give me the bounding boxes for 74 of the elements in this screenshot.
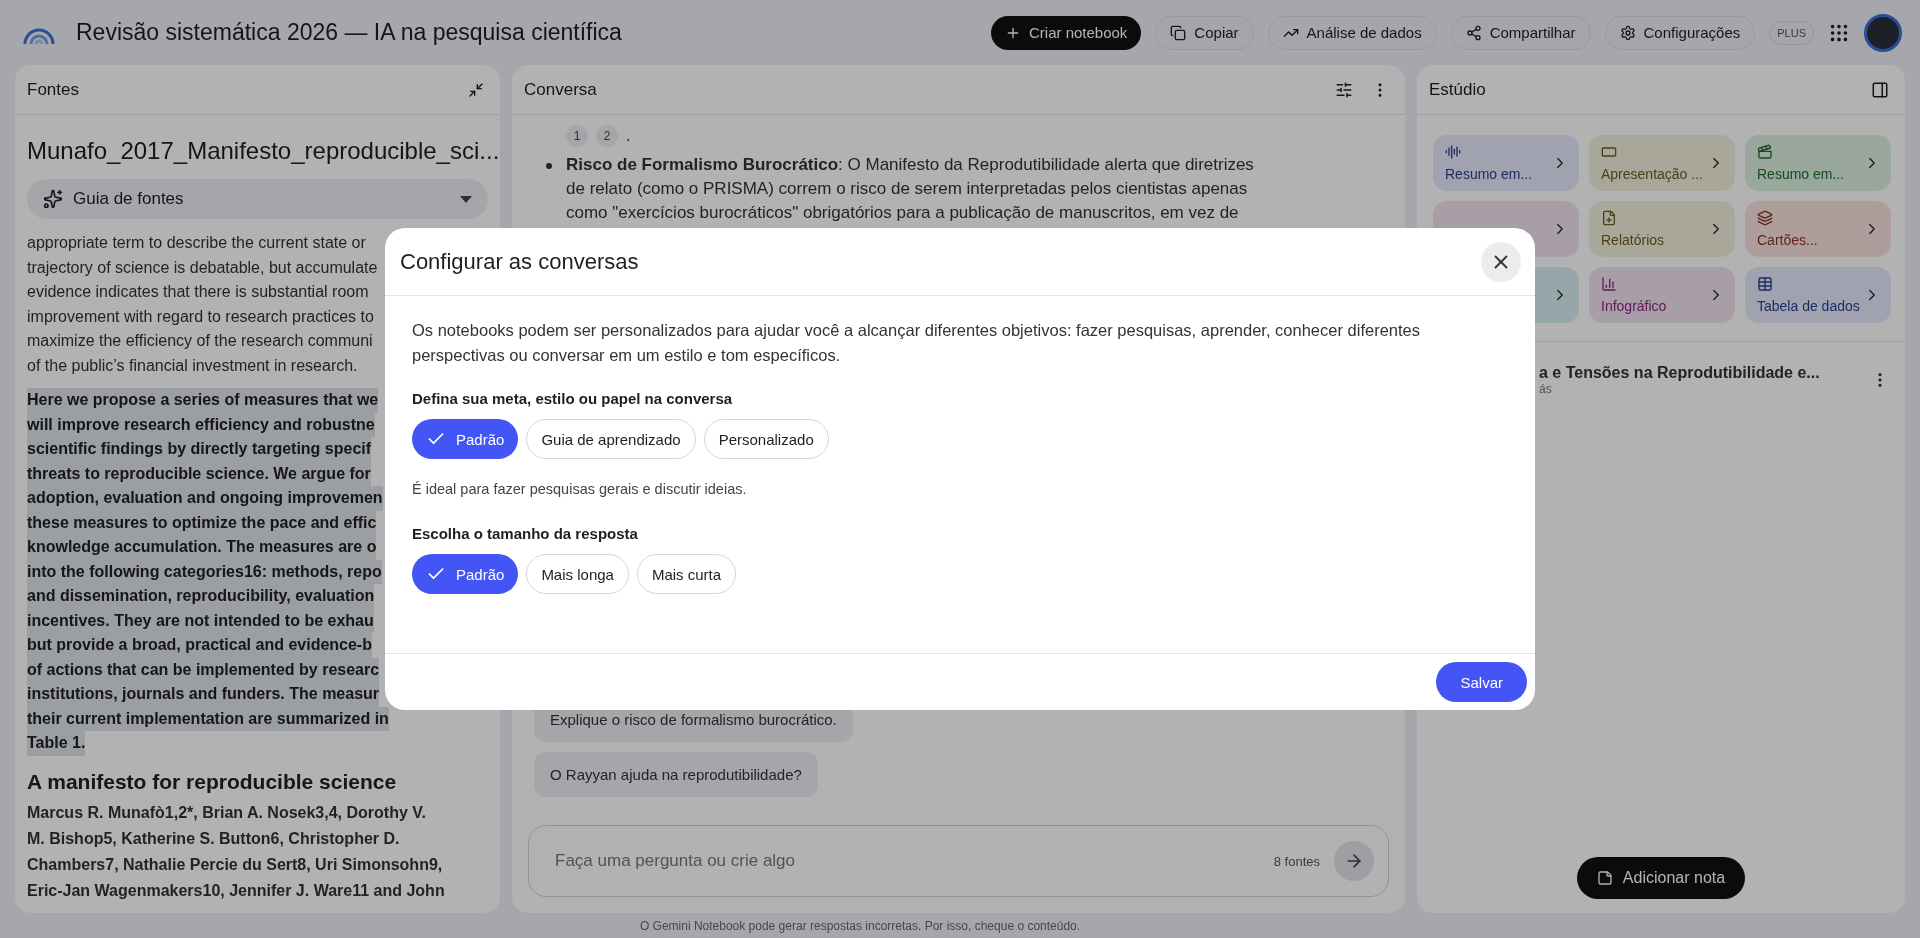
note-meta: ás (1539, 382, 1553, 396)
text-line: trajectory of science is debatable, but accumulate (27, 257, 378, 278)
text-line: evidence indicates that there is substantial room (27, 282, 369, 302)
option-chip[interactable]: Mais longa (526, 554, 629, 594)
author-line: Marcus R. Munafò1,2*, Brian A. Nosek3,4, Dorothy V. (27, 802, 427, 823)
cards-icon (1757, 210, 1773, 226)
document-heading: A manifesto for reproducible science (27, 769, 398, 794)
plan-badge: PLUS (1769, 20, 1814, 45)
source-title: Munafo_2017_Manifesto_reproducible_sci... (26, 136, 500, 166)
option-chip[interactable]: Mais curta (636, 554, 737, 594)
option-chip[interactable]: Personalizado (703, 419, 829, 459)
toolbar-button[interactable]: Compartilhar (1450, 15, 1591, 50)
close-button[interactable] (1481, 241, 1521, 282)
studio-tile[interactable]: Resumo em... (1745, 135, 1891, 191)
option-chip[interactable]: Guia de aprendizado (526, 419, 696, 459)
dialog-title: Configurar as conversas (400, 248, 639, 275)
share-icon (1465, 24, 1482, 41)
studio-tile[interactable]: Infográfico (1589, 267, 1735, 323)
section-label: Escolha o tamanho da resposta (412, 525, 639, 542)
panel-title: Estúdio (1429, 79, 1486, 100)
section-label: Defina sua meta, estilo ou papel na conversa (412, 390, 734, 407)
note-icon (1596, 870, 1613, 886)
period-text: . (626, 127, 631, 145)
collapse-icon[interactable] (468, 81, 484, 98)
send-button[interactable] (1334, 841, 1374, 881)
avatar[interactable] (1864, 13, 1902, 52)
option-hint: É ideal para fazer pesquisas gerais e discutir ideias. (412, 481, 748, 497)
disclaimer-text: O Gemini Notebook pode gerar respostas incorretas. Por isso, cheque o conteúdo. (638, 917, 1082, 935)
studio-tile[interactable]: Cartões... (1745, 201, 1891, 257)
source-count: 8 fontes (1273, 853, 1320, 869)
toolbar-button[interactable]: Criar notebook (990, 15, 1142, 50)
sliders-icon[interactable] (1335, 80, 1353, 99)
settings-icon (1619, 24, 1636, 41)
text-line: maximize the efficiency of the research communi (27, 331, 373, 351)
studio-tile[interactable]: Resumo em... (1433, 135, 1579, 191)
chat-input-field[interactable]: Faça uma pergunta ou crie algo (553, 850, 1260, 872)
studio-tile[interactable]: Apresentação ... (1589, 135, 1735, 191)
bullet-dot (546, 163, 552, 169)
studio-tile[interactable]: Tabela de dados (1745, 267, 1891, 323)
text-line: appropriate term to describe the current state or (27, 233, 366, 253)
source-guide-dropdown[interactable]: Guia de fontes (27, 179, 488, 219)
document-icon (1601, 210, 1617, 226)
audio-wave-icon (1445, 144, 1461, 160)
notebook-title: Revisão sistemática 2026 — IA na pesquisa científica (76, 19, 623, 46)
caret-icon (460, 195, 472, 203)
text-line: improvement with regard to research practices to (27, 306, 374, 327)
author-line: Chambers7, Nathalie Percie du Sert8, Uri Simonsohn9, (27, 854, 444, 875)
studio-tile[interactable]: Relatórios (1589, 201, 1735, 257)
add-note-button[interactable]: Adicionar nota (1576, 857, 1746, 899)
panel-toggle-icon[interactable] (1871, 80, 1889, 99)
toolbar-button[interactable]: Configurações (1604, 15, 1756, 50)
text-line: of the public’s financial investment in research. (27, 355, 358, 376)
toolbar-button[interactable]: Análise de dados (1267, 15, 1437, 50)
copy-icon (1170, 24, 1187, 41)
panel-title: Conversa (524, 79, 597, 100)
save-button[interactable]: Salvar (1436, 662, 1527, 702)
citation-chip[interactable]: 2 (596, 125, 618, 147)
bar-chart-icon (1601, 276, 1617, 292)
panel-title: Fontes (27, 79, 79, 100)
author-line: M. Bishop5, Katherine S. Button6, Christopher D. (27, 828, 401, 849)
video-icon (1757, 144, 1773, 160)
option-chip[interactable]: Padrão (412, 554, 519, 594)
author-line: Eric-Jan Wagenmakers10, Jennifer J. Ware11 and John (27, 880, 446, 901)
toolbar-button[interactable]: Copiar (1155, 15, 1254, 50)
suggestion-chip[interactable]: O Rayyan ajuda na reprodutibilidade? (534, 752, 818, 797)
table-icon (1757, 276, 1773, 292)
bullet-text: Risco de Formalismo Burocrático: O Manifesto da Reprodutibilidade alerta que diretrizes de relato (como o PRISMA) correm o risco de serem interpretadas pelos cientistas apenas como "exercícios burocráticos" obrigatórios para a publicação de manuscritos, em vez de (566, 154, 1255, 224)
dialog-description: Os notebooks podem ser personalizados para ajudar você a alcançar diferentes objetivos: fazer pesquisas, aprender, conhecer diferentes perspectivas ou conversar em um estilo e tom específicos. (412, 320, 1421, 366)
citation-chip[interactable]: 1 (566, 125, 588, 147)
sparkle-icon (43, 189, 63, 209)
option-chip[interactable]: Padrão (412, 419, 519, 459)
slide-icon (1601, 144, 1617, 160)
chat-input-box[interactable]: Faça uma pergunta ou crie algo 8 fontes (528, 825, 1389, 897)
note-title[interactable]: a e Tensões na Reprodutibilidade e... (1539, 364, 1871, 382)
